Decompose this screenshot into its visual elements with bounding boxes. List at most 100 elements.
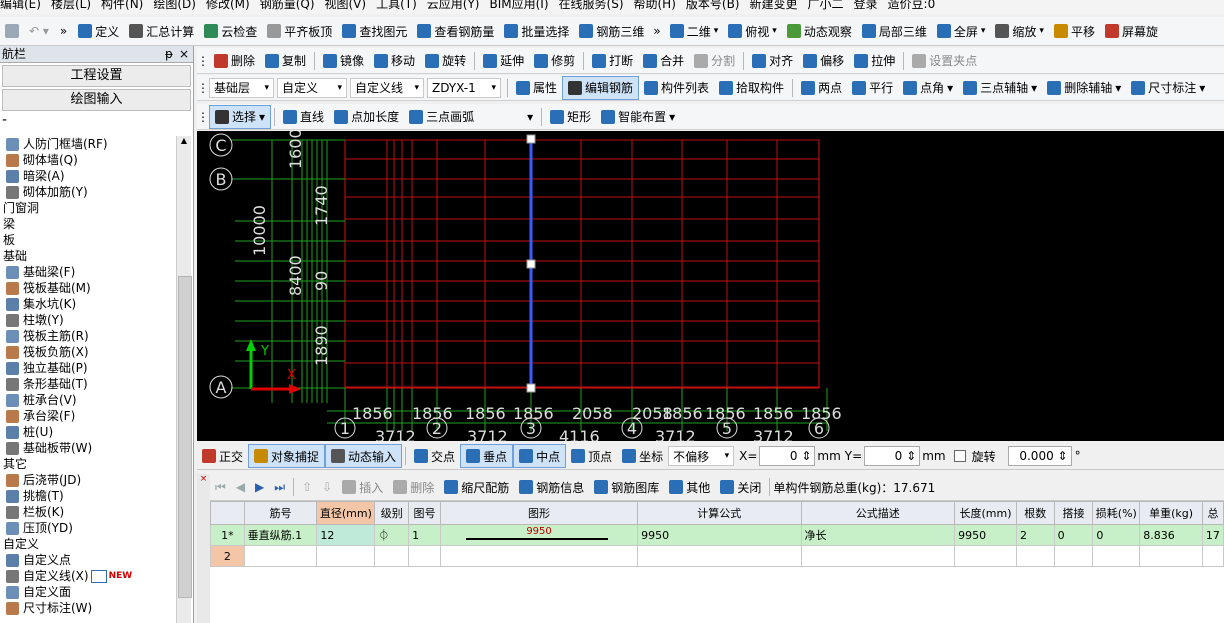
table-cell[interactable] — [954, 545, 1017, 567]
table-header-9[interactable]: 根数 — [1015, 501, 1055, 525]
tree-item-27[interactable]: 自定义线(X) NEW — [0, 568, 176, 584]
table-cell[interactable] — [243, 545, 318, 567]
toolbar-button-2[interactable]: 云检查 — [199, 20, 262, 42]
menu-item-9[interactable]: BIM应用(I) — [489, 0, 548, 10]
menu-item-2[interactable]: 构件(N) — [101, 0, 143, 10]
chevron-down-icon[interactable]: ▾ — [1115, 81, 1121, 95]
table-cell[interactable] — [1053, 545, 1094, 567]
table-cell[interactable]: 12 — [316, 524, 376, 546]
tree-item-24[interactable]: 压顶(YD) — [0, 520, 176, 536]
table-cell[interactable]: 8.836 — [1139, 524, 1203, 546]
view-button-6[interactable]: 平移 — [1049, 20, 1100, 42]
table-header-1[interactable]: 筋号 — [243, 501, 318, 525]
view-button-5[interactable]: 缩放 ▾ — [990, 20, 1049, 42]
menu-item-7[interactable]: 工具(T) — [376, 0, 417, 10]
table-cell[interactable]: 净长 — [800, 524, 956, 546]
draw-button-4[interactable]: 矩形 — [545, 106, 596, 128]
layer-select-0[interactable]: 基础层 ▾ — [209, 77, 274, 98]
table-cell[interactable] — [1139, 545, 1203, 567]
tree-item-19[interactable]: 基础板带(W) — [0, 440, 176, 456]
tree-item-9[interactable]: 筏板基础(M) — [0, 280, 176, 296]
tree-item-3[interactable]: 砌体加筋(Y) — [0, 184, 176, 200]
table-cell[interactable]: 垂直纵筋.1 — [243, 524, 318, 546]
table-header-5[interactable]: 图形 — [439, 501, 639, 525]
layer-button-8[interactable]: 删除辅轴 ▾ — [1042, 77, 1126, 99]
table-row[interactable]: 1* 垂直纵筋.1 12 ⏀ 1 9950 9950 净长 9950 2 0 0 8.836 17 — [210, 524, 1224, 546]
tree-item-18[interactable]: 桩(U) — [0, 424, 176, 440]
tree-item-16[interactable]: 桩承台(V) — [0, 392, 176, 408]
tree-item-2[interactable]: 暗梁(A) — [0, 168, 176, 184]
tree-item-17[interactable]: 承台梁(F) — [0, 408, 176, 424]
table-header-3[interactable]: 级别 — [374, 501, 410, 525]
rotate-input[interactable]: 0.000 ⇕ — [1007, 446, 1072, 466]
draw-button-0[interactable]: 选择 ▾ — [209, 104, 272, 129]
tree-item-21[interactable]: 后浇带(JD) — [0, 472, 176, 488]
scroll-up-icon[interactable]: ▲ — [177, 136, 191, 145]
table-cell[interactable] — [408, 545, 441, 567]
tree-item-23[interactable]: 栏板(K) — [0, 504, 176, 520]
project-settings-button[interactable]: 工程设置 — [2, 65, 191, 87]
edit-button-5[interactable]: 延伸 — [478, 50, 529, 72]
table-header-13[interactable]: 总 — [1201, 501, 1224, 525]
table-header-2[interactable]: 直径(mm) — [316, 501, 376, 525]
tree-item-22[interactable]: 挑檐(T) — [0, 488, 176, 504]
menu-item-3[interactable]: 绘图(D) — [153, 0, 196, 10]
scroll-thumb[interactable] — [178, 276, 192, 598]
edit-button-1[interactable]: 复制 — [260, 50, 311, 72]
edit-button-11[interactable]: 偏移 — [798, 50, 849, 72]
layer-button-1[interactable]: 编辑钢筋 — [562, 75, 640, 100]
tree-item-12[interactable]: 筏板主筋(R) — [0, 328, 176, 344]
tree-item-11[interactable]: 柱墩(Y) — [0, 312, 176, 328]
move-up-icon[interactable]: ⇧ — [297, 476, 317, 498]
menu-item-15[interactable]: 登录 — [854, 0, 878, 10]
menu-item-5[interactable]: 钢筋量(Q) — [260, 0, 315, 10]
edit-button-8[interactable]: 合并 — [638, 50, 689, 72]
grid-button-2[interactable]: 缩尺配筋 — [439, 476, 514, 498]
table-header-4[interactable]: 图号 — [408, 501, 441, 525]
grid-button-5[interactable]: 其他 — [664, 476, 715, 498]
table-cell[interactable] — [439, 545, 639, 567]
table-cell[interactable] — [637, 545, 802, 567]
draw-button-2[interactable]: 点加长度 — [329, 106, 404, 128]
edit-button-2[interactable]: 镜像 — [318, 50, 369, 72]
view-dropdown-arrow-5[interactable]: ▾ — [1039, 26, 1044, 36]
menu-item-4[interactable]: 修改(M) — [206, 0, 250, 10]
draw-button-1[interactable]: 直线 — [278, 106, 329, 128]
drawing-canvas[interactable]: C B A 1 2 3 4 5 6 1856 1856 1856 1856 2058 2058 1856 185… — [197, 131, 1224, 441]
chevron-down-icon[interactable]: ▾ — [259, 110, 265, 124]
menu-item-0[interactable]: 编辑(E) — [0, 0, 41, 10]
table-cell[interactable]: 0 — [1053, 524, 1094, 546]
edit-button-3[interactable]: 移动 — [369, 50, 420, 72]
cad-drawing[interactable]: CBA1 2 3 4 5 61856 1856 1856 1856 2058 20581856 185… — [197, 131, 1224, 441]
view-button-3[interactable]: 局部三维 — [857, 20, 932, 42]
menu-item-16[interactable]: 造价豆:0 — [888, 0, 936, 10]
table-header-6[interactable]: 计算公式 — [637, 501, 802, 525]
grid-button-6[interactable]: 关闭 — [715, 476, 766, 498]
toolbar-button-6[interactable]: 批量选择 — [499, 20, 574, 42]
table-cell[interactable]: 9950 — [954, 524, 1017, 546]
view-button-7[interactable]: 屏幕旋 — [1100, 20, 1163, 42]
snap-button-1[interactable]: 对象捕捉 — [248, 444, 326, 468]
view-button-0[interactable]: 二维 ▾ — [665, 20, 724, 42]
snap-button-7[interactable]: 坐标 — [617, 445, 668, 467]
table-header-12[interactable]: 单重(kg) — [1139, 501, 1203, 525]
layer-select-2[interactable]: 自定义线 ▾ — [350, 77, 424, 98]
layer-select-1[interactable]: 自定义 ▾ — [277, 77, 347, 98]
grid-button-3[interactable]: 钢筋信息 — [514, 476, 589, 498]
menu-item-10[interactable]: 在线服务(S) — [559, 0, 624, 10]
edit-button-9[interactable]: 分割 — [689, 50, 740, 72]
table-header-7[interactable]: 公式描述 — [800, 501, 956, 525]
toolbar-button-4[interactable]: 查找图元 — [337, 20, 412, 42]
drawing-input-button[interactable]: 绘图输入 — [2, 89, 191, 111]
tree-item-29[interactable]: 尺寸标注(W) — [0, 600, 176, 616]
layer-button-0[interactable]: 属性 — [511, 77, 562, 99]
view-dropdown-arrow-1[interactable]: ▾ — [772, 26, 777, 36]
menu-item-8[interactable]: 云应用(Y) — [427, 0, 480, 10]
tree-item-13[interactable]: 筏板负筋(X) — [0, 344, 176, 360]
chevron-down-icon[interactable]: ▾ — [1199, 81, 1205, 95]
chevron-down-icon[interactable]: ▾ — [1031, 81, 1037, 95]
panel-scrollbar[interactable]: ▲ — [176, 136, 192, 623]
y-coordinate-input[interactable]: 0 ⇕ — [864, 446, 921, 466]
table-header-10[interactable]: 搭接 — [1053, 501, 1094, 525]
table-cell[interactable]: 9950 — [439, 524, 639, 546]
